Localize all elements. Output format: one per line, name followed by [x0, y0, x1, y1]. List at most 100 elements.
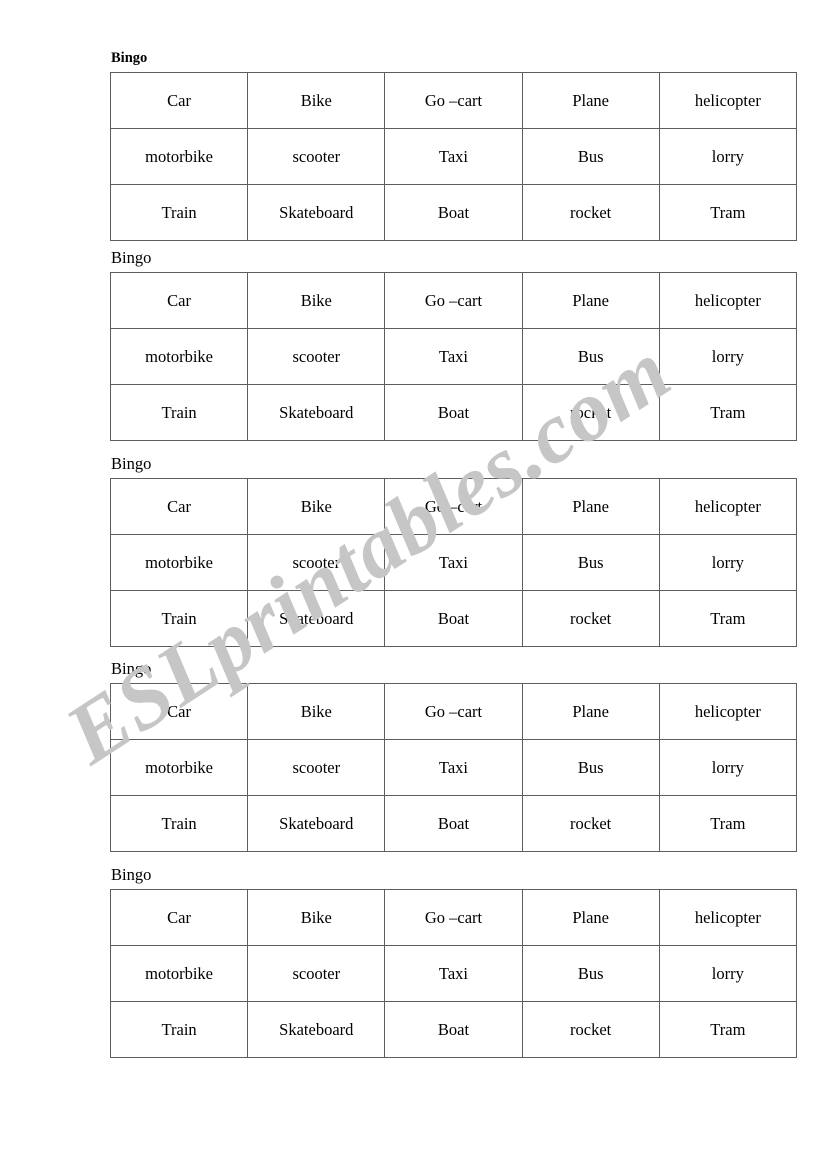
bingo-cell[interactable]: helicopter: [658, 272, 797, 329]
bingo-cell[interactable]: lorry: [658, 128, 797, 185]
table-row: Car Bike Go –cart Plane helicopter: [109, 72, 797, 129]
bingo-cell[interactable]: Boat: [384, 1001, 523, 1058]
bingo-cell[interactable]: Taxi: [384, 128, 523, 185]
bingo-cell[interactable]: Car: [109, 889, 249, 946]
bingo-cell[interactable]: Boat: [384, 184, 523, 241]
table-row: Train Skateboard Boat rocket Tram: [109, 795, 797, 852]
bingo-cell[interactable]: lorry: [658, 945, 797, 1002]
bingo-cell[interactable]: Go –cart: [384, 889, 523, 946]
bingo-cell[interactable]: helicopter: [658, 683, 797, 740]
bingo-cell[interactable]: Train: [109, 1001, 249, 1058]
bingo-cell[interactable]: scooter: [247, 534, 386, 591]
table-row: Train Skateboard Boat rocket Tram: [109, 1001, 797, 1058]
table-row: motorbike scooter Taxi Bus lorry: [109, 328, 797, 385]
bingo-cell[interactable]: motorbike: [109, 328, 249, 385]
bingo-cell[interactable]: Skateboard: [247, 184, 386, 241]
bingo-grid-4: Car Bike Go –cart Plane helicopter motor…: [109, 683, 797, 852]
bingo-cell[interactable]: lorry: [658, 739, 797, 796]
bingo-cell[interactable]: Plane: [521, 683, 660, 740]
bingo-cell[interactable]: Bus: [521, 739, 660, 796]
bingo-cell[interactable]: Plane: [521, 272, 660, 329]
bingo-cell[interactable]: Taxi: [384, 739, 523, 796]
table-row: Car Bike Go –cart Plane helicopter: [109, 683, 797, 740]
bingo-cell[interactable]: Tram: [658, 384, 797, 441]
bingo-cell[interactable]: rocket: [521, 384, 660, 441]
bingo-cell[interactable]: rocket: [521, 795, 660, 852]
bingo-cell[interactable]: Train: [109, 184, 249, 241]
bingo-cell[interactable]: Go –cart: [384, 272, 523, 329]
bingo-cell[interactable]: Bike: [247, 683, 386, 740]
bingo-label-3: Bingo: [111, 454, 152, 473]
bingo-cell[interactable]: Taxi: [384, 328, 523, 385]
bingo-cell[interactable]: scooter: [247, 739, 386, 796]
bingo-cell[interactable]: scooter: [247, 328, 386, 385]
table-row: Car Bike Go –cart Plane helicopter: [109, 478, 797, 535]
bingo-cell[interactable]: helicopter: [658, 478, 797, 535]
bingo-cell[interactable]: Car: [109, 72, 249, 129]
bingo-cell[interactable]: Taxi: [384, 945, 523, 1002]
bingo-cell[interactable]: Boat: [384, 590, 523, 647]
bingo-cell[interactable]: motorbike: [109, 128, 249, 185]
bingo-cell[interactable]: Bike: [247, 889, 386, 946]
bingo-cell[interactable]: Bike: [247, 478, 386, 535]
bingo-cell[interactable]: motorbike: [109, 945, 249, 1002]
bingo-cell[interactable]: Skateboard: [247, 795, 386, 852]
bingo-cell[interactable]: rocket: [521, 590, 660, 647]
bingo-cell[interactable]: Boat: [384, 384, 523, 441]
bingo-cell[interactable]: Go –cart: [384, 72, 523, 129]
bingo-cell[interactable]: Tram: [658, 184, 797, 241]
bingo-cell[interactable]: Plane: [521, 478, 660, 535]
bingo-cell[interactable]: motorbike: [109, 739, 249, 796]
bingo-cell[interactable]: Bus: [521, 534, 660, 591]
bingo-cell[interactable]: Train: [109, 590, 249, 647]
bingo-cell[interactable]: Car: [109, 272, 249, 329]
bingo-cell[interactable]: Go –cart: [384, 683, 523, 740]
bingo-cell[interactable]: Tram: [658, 590, 797, 647]
bingo-label-1: Bingo: [111, 50, 148, 66]
bingo-grid-1: Car Bike Go –cart Plane helicopter motor…: [109, 72, 797, 241]
bingo-cell[interactable]: Bike: [247, 272, 386, 329]
bingo-cell[interactable]: helicopter: [658, 889, 797, 946]
table-row: Train Skateboard Boat rocket Tram: [109, 384, 797, 441]
bingo-cell[interactable]: Skateboard: [247, 1001, 386, 1058]
bingo-cell[interactable]: Skateboard: [247, 590, 386, 647]
bingo-cell[interactable]: Train: [109, 795, 249, 852]
bingo-card-4: Bingo Car Bike Go –cart Plane helicopter…: [109, 659, 797, 852]
table-row: Train Skateboard Boat rocket Tram: [109, 590, 797, 647]
bingo-label-2: Bingo: [111, 248, 152, 267]
bingo-grid-2: Car Bike Go –cart Plane helicopter motor…: [109, 272, 797, 441]
bingo-cell[interactable]: Train: [109, 384, 249, 441]
bingo-card-2: Bingo Car Bike Go –cart Plane helicopter…: [109, 248, 797, 441]
bingo-card-3: Bingo Car Bike Go –cart Plane helicopter…: [109, 454, 797, 647]
bingo-grid-3: Car Bike Go –cart Plane helicopter motor…: [109, 478, 797, 647]
bingo-cell[interactable]: Bus: [521, 128, 660, 185]
bingo-cell[interactable]: motorbike: [109, 534, 249, 591]
bingo-cell[interactable]: scooter: [247, 128, 386, 185]
worksheet-page: Bingo Car Bike Go –cart Plane helicopter…: [0, 0, 821, 1161]
bingo-cell[interactable]: Boat: [384, 795, 523, 852]
bingo-cell[interactable]: Bus: [521, 328, 660, 385]
bingo-cell[interactable]: helicopter: [658, 72, 797, 129]
bingo-label-5: Bingo: [111, 865, 152, 884]
table-row: Train Skateboard Boat rocket Tram: [109, 184, 797, 241]
bingo-cell[interactable]: scooter: [247, 945, 386, 1002]
bingo-cell[interactable]: Tram: [658, 1001, 797, 1058]
bingo-cell[interactable]: lorry: [658, 328, 797, 385]
table-row: Car Bike Go –cart Plane helicopter: [109, 889, 797, 946]
bingo-cell[interactable]: rocket: [521, 1001, 660, 1058]
table-row: Car Bike Go –cart Plane helicopter: [109, 272, 797, 329]
bingo-cell[interactable]: Taxi: [384, 534, 523, 591]
bingo-cell[interactable]: rocket: [521, 184, 660, 241]
bingo-cell[interactable]: Plane: [521, 889, 660, 946]
bingo-cell[interactable]: Bike: [247, 72, 386, 129]
bingo-cell[interactable]: Plane: [521, 72, 660, 129]
bingo-cell[interactable]: Go –cart: [384, 478, 523, 535]
bingo-cell[interactable]: Car: [109, 478, 249, 535]
bingo-cell[interactable]: Car: [109, 683, 249, 740]
bingo-cell[interactable]: Skateboard: [247, 384, 386, 441]
bingo-grid-5: Car Bike Go –cart Plane helicopter motor…: [109, 889, 797, 1058]
bingo-cell[interactable]: Bus: [521, 945, 660, 1002]
bingo-cell[interactable]: Tram: [658, 795, 797, 852]
table-row: motorbike scooter Taxi Bus lorry: [109, 739, 797, 796]
bingo-cell[interactable]: lorry: [658, 534, 797, 591]
